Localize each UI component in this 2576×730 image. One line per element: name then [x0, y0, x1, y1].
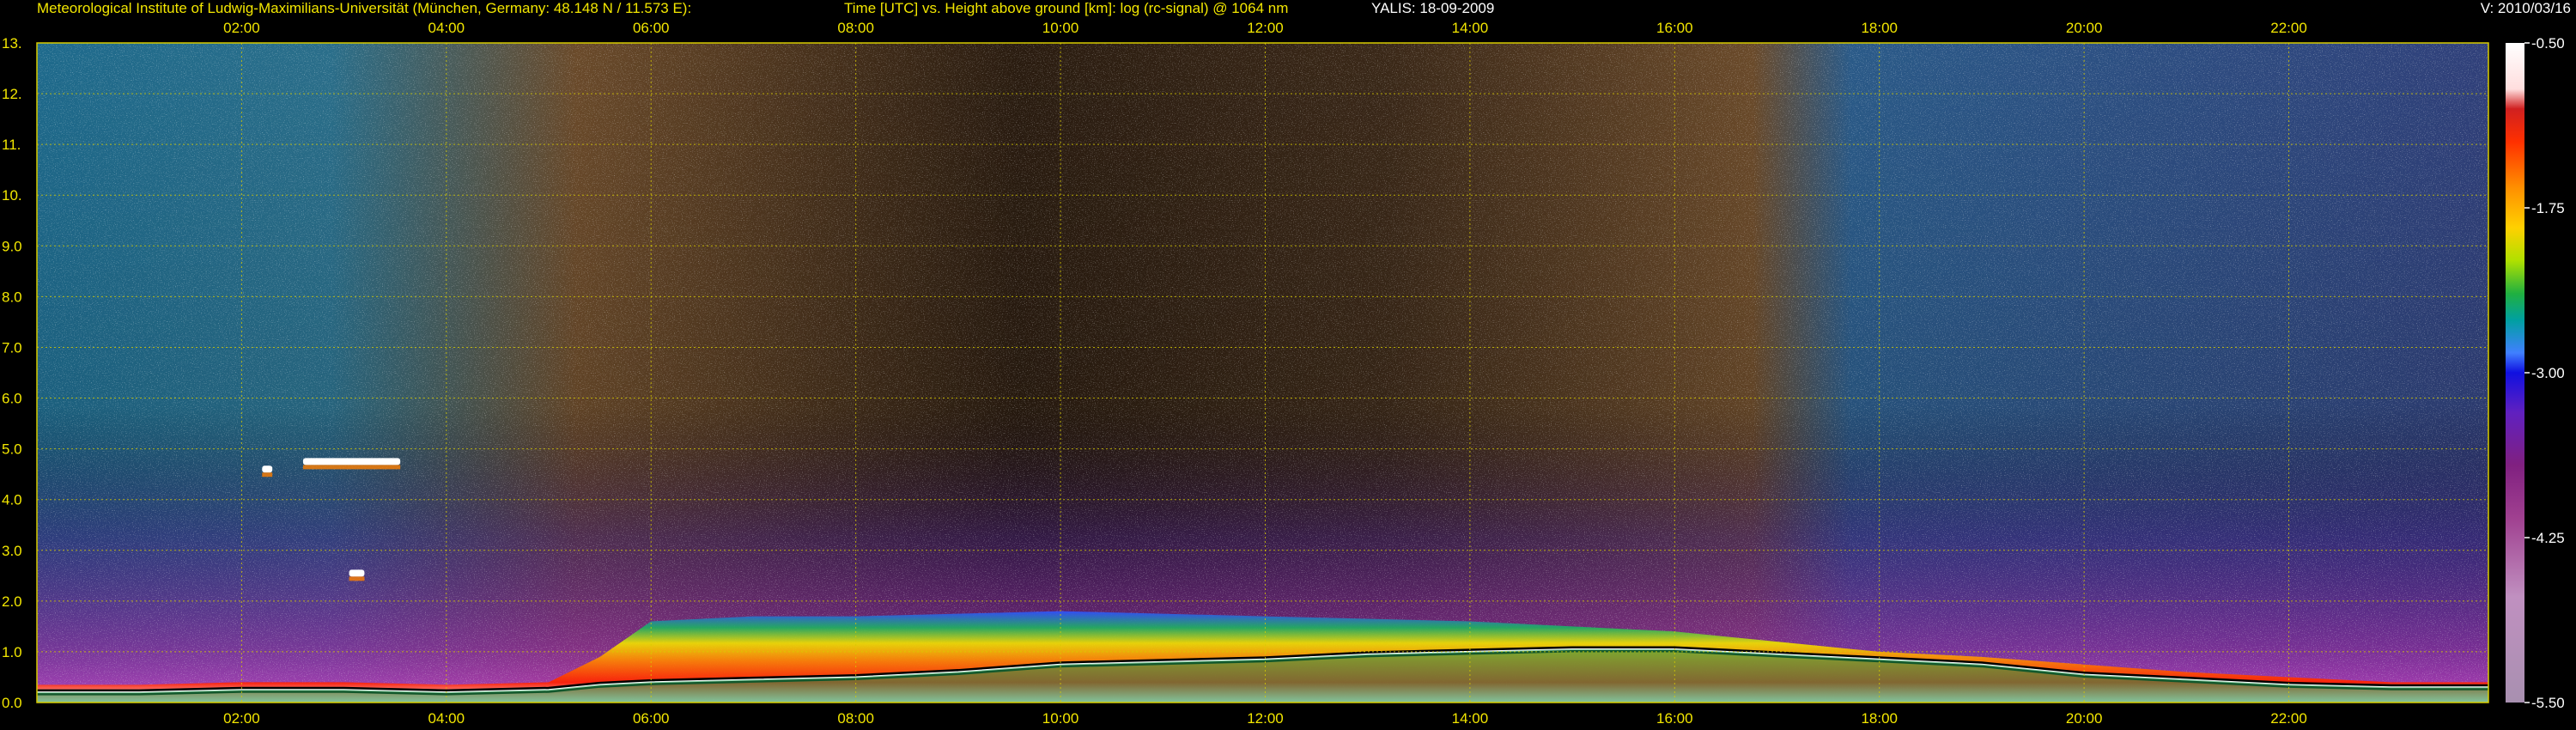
x-tick-label: 04:00 — [428, 710, 465, 727]
x-tick-label: 06:00 — [633, 710, 670, 727]
cloud-patch-edge — [349, 576, 365, 581]
x-top-tick-label: 02:00 — [223, 20, 260, 36]
x-top-tick-label: 16:00 — [1656, 20, 1693, 36]
x-top-tick-label: 06:00 — [633, 20, 670, 36]
cloud-layer-edge — [262, 472, 273, 478]
colorbar-tick-label: -0.50 — [2531, 35, 2565, 52]
y-tick-label: 13. — [2, 35, 22, 52]
y-tick-label: 9.0 — [2, 238, 22, 254]
x-top-tick-label: 20:00 — [2066, 20, 2103, 36]
y-tick-label: 7.0 — [2, 339, 22, 356]
x-tick-label: 22:00 — [2270, 710, 2307, 727]
plot-area — [36, 42, 2489, 703]
x-tick-label: 18:00 — [1861, 710, 1898, 727]
colorbar-tick-label: -4.25 — [2531, 530, 2565, 546]
colorbar-tick-label: -1.75 — [2531, 200, 2565, 216]
signal-noise-overlay — [37, 43, 2488, 703]
y-tick-label: 1.0 — [2, 644, 22, 660]
y-tick-label: 11. — [2, 137, 21, 153]
x-top-tick-label: 08:00 — [837, 20, 874, 36]
x-tick-label: 02:00 — [223, 710, 260, 727]
x-tick-label: 20:00 — [2066, 710, 2103, 727]
x-top-tick-label: 12:00 — [1247, 20, 1284, 36]
lidar-chart: 02:00 04:00 06:00 08:00 10:00 12:00 14:00 16:00… — [2, 20, 2565, 727]
x-top-tick-label: 22:00 — [2270, 20, 2307, 36]
y-tick-label: 10. — [2, 187, 22, 204]
cloud-patch — [349, 569, 365, 577]
cloud-layer-edge — [302, 465, 401, 470]
x-tick-label: 12:00 — [1247, 710, 1284, 727]
x-tick-label: 10:00 — [1042, 710, 1079, 727]
x-top-tick-label: 04:00 — [428, 20, 465, 36]
y-tick-label: 4.0 — [2, 492, 22, 508]
y-tick-label: 3.0 — [2, 543, 22, 559]
x-top-tick-label: 18:00 — [1861, 20, 1898, 36]
cloud-layer — [262, 465, 273, 473]
y-tick-label: 5.0 — [2, 441, 22, 458]
x-top-tick-label: 10:00 — [1042, 20, 1079, 36]
y-tick-label: 6.0 — [2, 391, 22, 407]
y-tick-label: 12. — [2, 86, 22, 102]
y-tick-label: 2.0 — [2, 593, 22, 610]
colorbar-group: -0.50 -1.75 -3.00 -4.25 -5.50 — [2506, 35, 2565, 711]
colorbar-tick-label: -5.50 — [2531, 695, 2565, 711]
colorbar — [2506, 43, 2524, 703]
x-top-tick-label: 14:00 — [1452, 20, 1489, 36]
x-tick-label: 08:00 — [837, 710, 874, 727]
y-tick-label: 0.0 — [2, 695, 22, 711]
colorbar-tick-label: -3.00 — [2531, 365, 2565, 381]
x-tick-label: 14:00 — [1452, 710, 1489, 727]
x-tick-label: 16:00 — [1656, 710, 1693, 727]
cloud-layer — [302, 458, 401, 465]
y-tick-label: 8.0 — [2, 289, 22, 305]
